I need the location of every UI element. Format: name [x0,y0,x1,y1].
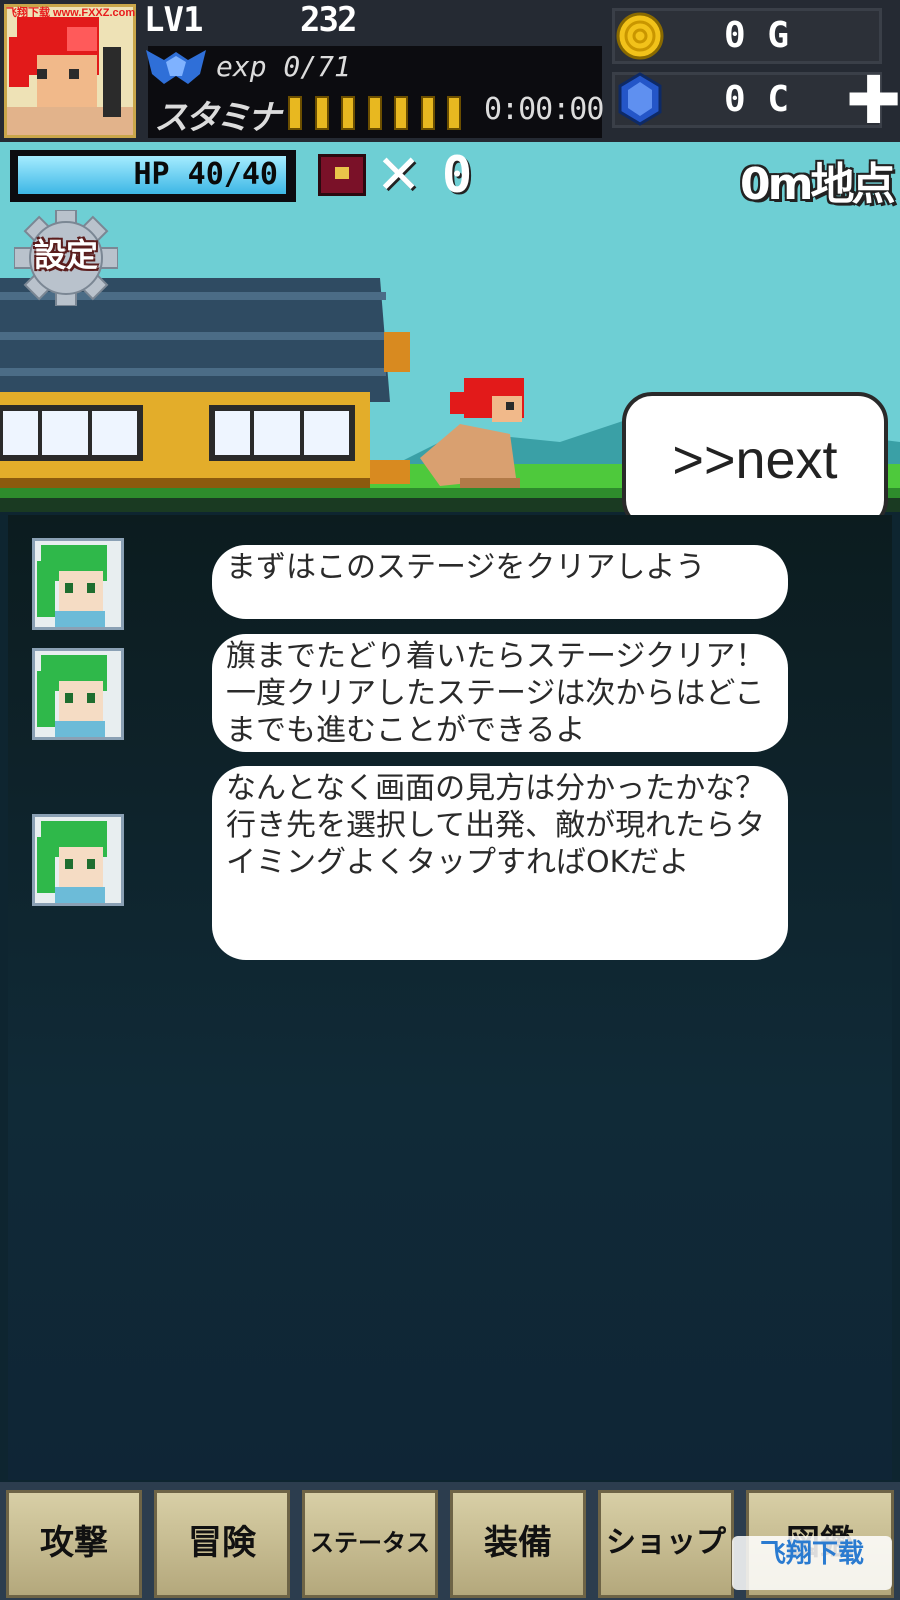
dialogue-bubble: 旗までたどり着いたらステージクリア！一度クリアしたステージは次からはどこまでも進… [212,634,788,752]
chest-icon [318,154,366,196]
chest-multiplier: ✕ [376,143,422,206]
player-character[interactable] [420,378,530,490]
stamina-cell [314,96,329,130]
stamina-label: スタミナ [154,98,281,138]
menu-shop-button[interactable]: ショップ [598,1490,734,1598]
distance-marker: 0m地点 [740,159,895,210]
menu-attack-button[interactable]: 攻撃 [6,1490,142,1598]
stamina-cell [367,96,382,130]
exp-bat-icon [146,50,206,84]
stamina-cell [420,96,435,130]
player-avatar[interactable] [4,4,136,138]
menu-equipment-button[interactable]: 装備 [450,1490,586,1598]
guide-avatar [32,814,124,906]
guide-portrait-icon [35,817,121,903]
settings-button-label[interactable]: 設定 [14,230,118,276]
chest-count: 0 [442,146,473,204]
player-portrait-icon [7,7,133,135]
menu-adventure-button[interactable]: 冒険 [154,1490,290,1598]
add-currency-button[interactable]: ✚ [846,68,900,134]
menu-status-button[interactable]: ステータス [302,1490,438,1598]
guide-avatar [32,648,124,740]
exp-progress-text: exp 0/71 [216,50,351,83]
watermark-top: 飞翔下载 www.FXXZ.com [6,7,136,19]
dialogue-bubble: なんとなく画面の見方は分かったかな？ 行き先を選択して出発、敵が現れたらタイミン… [212,766,788,960]
stamina-cell [341,96,355,130]
hp-text: HP 40/40 [133,157,279,192]
stamina-cell [288,96,302,130]
player-id-number: 232 [300,0,357,40]
crystal-amount: 0 C [723,79,789,120]
player-level: LV1 [144,0,203,40]
gold-coin-icon [616,12,664,60]
crystal-icon [618,72,662,126]
guide-avatar [32,538,124,630]
guide-portrait-icon [35,541,121,627]
watermark-bottom: 飞翔下载 [732,1536,892,1590]
gold-amount: 0 G [723,15,789,56]
stamina-timer: 0:00:00 [484,92,604,127]
stamina-cell [447,96,461,130]
guide-portrait-icon [35,651,121,737]
dialogue-bubble: まずはこのステージをクリアしよう [212,545,788,619]
stamina-cell [394,96,408,130]
next-button[interactable]: >>next [622,392,888,530]
